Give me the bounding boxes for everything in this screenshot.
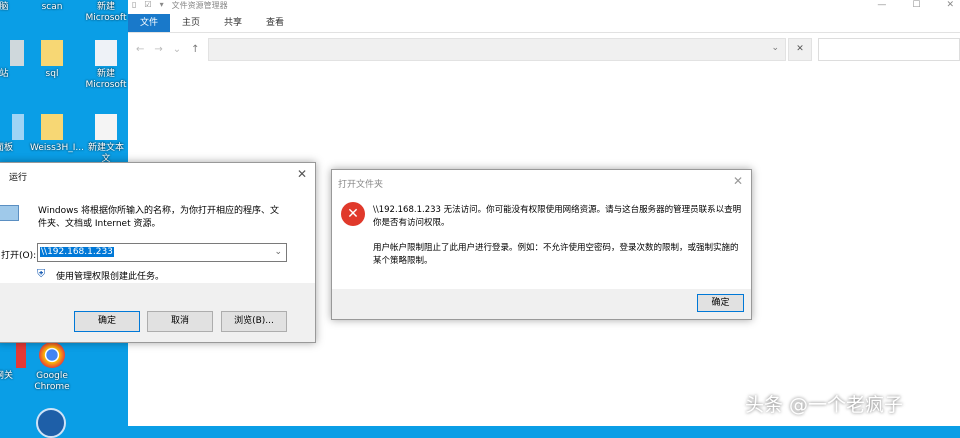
error-message: \\192.168.1.233 无法访问。你可能没有权限使用网络资源。请与这台服… bbox=[373, 205, 742, 228]
ie-icon bbox=[16, 342, 26, 368]
run-dialog: 运行 ✕ Windows 将根据你所输入的名称，为你打开相应的程序、文件夹、文档… bbox=[0, 162, 316, 343]
icon-label: Weiss3H_I... bbox=[30, 143, 85, 153]
desktop-icon-text[interactable]: 新建文本文 bbox=[84, 114, 128, 165]
minimize-icon[interactable]: — bbox=[877, 0, 886, 10]
clear-address-button[interactable]: ✕ bbox=[788, 38, 812, 61]
open-label: 打开(O): bbox=[1, 251, 37, 261]
watermark: 头条 @一个老疯子 bbox=[745, 394, 904, 416]
tab-view[interactable]: 查看 bbox=[254, 14, 296, 32]
desktop-icon-word-1[interactable]: 新建 Microsoft bbox=[84, 2, 128, 24]
cancel-button[interactable]: 取消 bbox=[147, 311, 213, 332]
text-file-icon bbox=[95, 114, 117, 140]
desktop-icon-gateway[interactable]: 网关 bbox=[0, 342, 26, 382]
error-dialog: 打开文件夹 ✕ ✕ \\192.168.1.233 无法访问。你可能没有权限使用… bbox=[331, 169, 752, 320]
properties-icon[interactable]: ☑ bbox=[144, 0, 151, 14]
error-icon: ✕ bbox=[341, 202, 365, 226]
search-input[interactable] bbox=[818, 38, 960, 61]
folder-icon bbox=[41, 114, 63, 140]
ribbon-tabs: 文件 主页 共享 查看 bbox=[128, 14, 960, 33]
chevron-down-icon[interactable]: ⌄ bbox=[771, 43, 779, 53]
desktop-icon-word-2[interactable]: 新建 Microsoft bbox=[84, 40, 128, 91]
run-icon bbox=[0, 205, 19, 221]
error-title: 打开文件夹 bbox=[338, 180, 384, 190]
nav-buttons: ← → ⌄ ↑ bbox=[136, 44, 200, 55]
recent-icon[interactable]: ⌄ bbox=[173, 44, 181, 55]
window-title: 文件资源管理器 bbox=[171, 1, 228, 10]
icon-label: 网关 bbox=[0, 371, 13, 381]
save-icon[interactable]: ▯ bbox=[132, 0, 136, 14]
recycle-bin-icon bbox=[10, 40, 24, 66]
icon-label: 新建文本文 bbox=[87, 143, 124, 164]
forward-icon[interactable]: → bbox=[154, 44, 162, 55]
control-panel-icon bbox=[12, 114, 24, 140]
tab-share[interactable]: 共享 bbox=[212, 14, 254, 32]
close-icon[interactable]: ✕ bbox=[946, 0, 954, 10]
chrome-icon bbox=[39, 342, 65, 368]
run-description: Windows 将根据你所输入的名称，为你打开相应的程序、文件夹、文档或 Int… bbox=[38, 206, 280, 229]
icon-label: sql bbox=[45, 69, 59, 79]
icon-label: 新建 Microsoft bbox=[85, 2, 127, 23]
icon-label: 站 bbox=[0, 69, 9, 79]
desktop-icon-sql[interactable]: sql bbox=[30, 40, 74, 80]
open-input-value: \\192.168.1.233 bbox=[40, 247, 114, 257]
icon-label: 脑 bbox=[0, 2, 9, 12]
icon-label: Google Chrome bbox=[34, 371, 70, 392]
ok-button[interactable]: 确定 bbox=[74, 311, 140, 332]
tab-home[interactable]: 主页 bbox=[170, 14, 212, 32]
open-input[interactable]: \\192.168.1.233 ⌄ bbox=[37, 243, 287, 262]
icon-label: 面板 bbox=[0, 143, 13, 153]
close-icon[interactable]: ✕ bbox=[297, 167, 307, 181]
desktop-icon-scan[interactable]: scan bbox=[30, 2, 74, 13]
browse-button[interactable]: 浏览(B)... bbox=[221, 311, 287, 332]
window-controls: — ☐ ✕ bbox=[877, 0, 960, 10]
word-doc-icon bbox=[95, 40, 117, 66]
address-bar[interactable]: ⌄ bbox=[208, 38, 786, 61]
tab-file[interactable]: 文件 bbox=[128, 14, 170, 32]
customize-icon[interactable]: ▾ bbox=[160, 0, 164, 14]
chevron-down-icon[interactable]: ⌄ bbox=[274, 247, 282, 257]
ok-button[interactable]: 确定 bbox=[697, 294, 744, 312]
desktop-icon-chrome[interactable]: Google Chrome bbox=[30, 342, 74, 393]
desktop-icon-control-panel[interactable]: 面板 bbox=[0, 114, 26, 154]
app-icon[interactable] bbox=[36, 408, 66, 438]
desktop-icon-computer[interactable]: 脑 bbox=[0, 2, 26, 13]
run-title: 运行 bbox=[9, 173, 28, 183]
back-icon[interactable]: ← bbox=[136, 44, 144, 55]
quick-access-toolbar: ▯ ☑ ▾ 文件资源管理器 bbox=[128, 0, 228, 14]
up-icon[interactable]: ↑ bbox=[191, 44, 199, 55]
icon-label: 新建 Microsoft bbox=[85, 69, 127, 90]
error-detail: 用户帐户限制阻止了此用户进行登录。例如：不允许使用空密码，登录次数的限制，或强制… bbox=[373, 243, 739, 266]
maximize-icon[interactable]: ☐ bbox=[912, 0, 920, 10]
folder-icon bbox=[41, 40, 63, 66]
desktop-icon-recycle-bin[interactable]: 站 bbox=[0, 40, 26, 80]
icon-label: scan bbox=[41, 2, 63, 12]
admin-text: 使用管理权限创建此任务。 bbox=[56, 272, 165, 282]
close-icon[interactable]: ✕ bbox=[733, 174, 743, 188]
desktop-icon-weiss[interactable]: Weiss3H_I... bbox=[30, 114, 84, 154]
uac-shield-icon: ⛨ bbox=[37, 267, 46, 280]
